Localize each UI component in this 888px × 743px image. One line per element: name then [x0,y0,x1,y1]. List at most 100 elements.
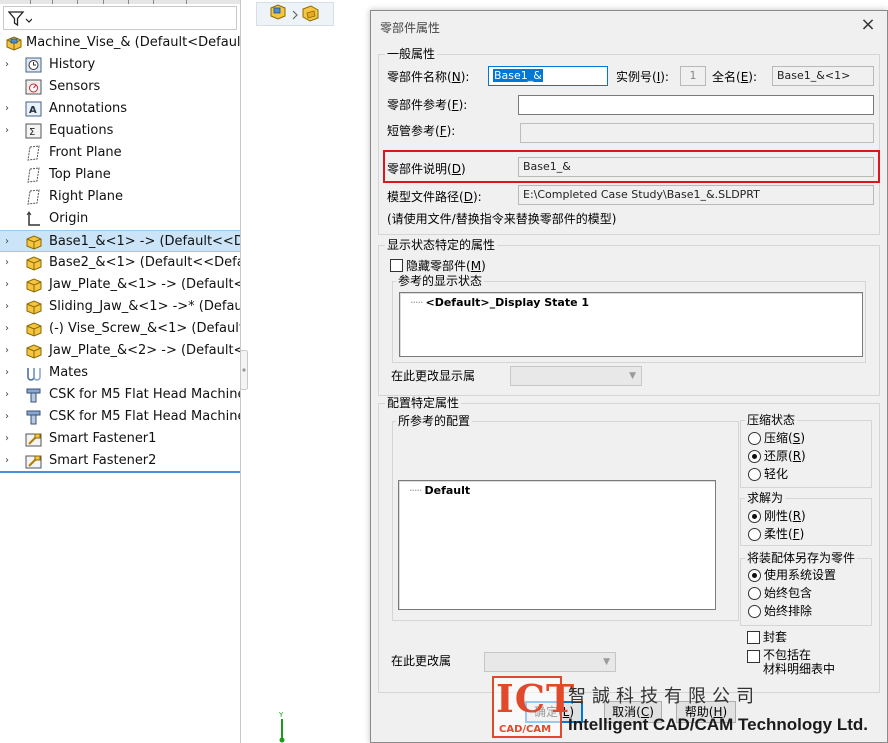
solve-option-radio[interactable] [748,510,761,523]
component-properties-dialog: 零部件属性 × 一般属性 零部件名称(N): Base1_& 实例号(I): 1… [370,10,888,743]
smart-fastener-icon [25,433,42,447]
description-highlight-box [383,150,880,183]
display-states-list[interactable]: ····· <Default>_Display State 1 [399,292,863,357]
suppression-option-radio[interactable] [748,468,761,481]
tree-item[interactable]: › History [0,54,240,76]
expand-arrow-icon[interactable]: › [5,433,15,445]
tree-item[interactable]: › Base2_&<1> (Default<<Default> [0,252,240,274]
suppression-option-label: 轻化 [764,467,789,481]
panel-tabs-strip[interactable] [0,0,240,4]
component-reference-input[interactable] [518,95,874,115]
company-name-en: Intelligent CAD/CAM Technology Ltd. [568,715,868,734]
short-reference-label: 短管参考(F): [387,124,456,138]
tree-item-label: (-) Vise_Screw_&<1> (Default<<D [49,321,240,336]
company-name-cn: 智誠科技有限公司 [568,686,760,707]
tree-item-label: CSK for M5 Flat Head Machine S [49,387,241,402]
smart-fastener-icon [25,455,42,469]
tree-item[interactable]: › Sliding_Jaw_&<1> ->* (Default<< [0,296,240,318]
tree-item-label: CSK for M5 Flat Head Machine S [49,409,241,424]
tree-item[interactable]: › CSK for M5 Flat Head Machine S [0,406,241,428]
tree-root-assembly[interactable]: Machine_Vise_& (Default<Default_Di [0,32,241,54]
list-item[interactable]: ····· Default [409,484,470,497]
part-icon [26,256,42,271]
tree-filter[interactable] [3,6,237,30]
save-as-part-title: 将装配体另存为零件 [745,551,858,565]
tree-item[interactable]: › CSK for M5 Flat Head Machine S [0,384,241,406]
tree-root-label: Machine_Vise_& (Default<Default_Di [26,35,241,50]
tree-item-label: Jaw_Plate_&<2> -> (Default<<De [49,343,240,358]
tree-item[interactable]: Right Plane [0,186,240,208]
logo-subtext: CAD/CAM [499,724,552,735]
configuration-title: 配置特定属性 [385,396,462,410]
expand-arrow-icon[interactable]: › [5,279,15,291]
tree-item[interactable]: Sensors [0,76,240,98]
tree-item[interactable]: › Σ Equations [0,120,240,142]
view-orientation-icon[interactable] [257,3,335,27]
plane-icon [27,167,40,183]
expand-arrow-icon[interactable]: › [5,455,15,467]
expand-arrow-icon[interactable]: › [5,125,15,137]
component-name-label: 零部件名称(N): [387,70,470,84]
suppression-state-title: 压缩状态 [745,413,798,427]
list-item[interactable]: ····· <Default>_Display State 1 [410,296,589,309]
display-state-dropdown[interactable]: ▼ [510,366,642,386]
tree-item[interactable]: › Smart Fastener1 [0,428,240,450]
tree-item[interactable]: › Mates [0,362,240,384]
expand-arrow-icon[interactable]: › [5,236,15,248]
tree-item[interactable]: › Base1_&<1> -> (Default<<Defau [0,230,241,252]
solidworks-window: Machine_Vise_& (Default<Default_Di › Hist… [0,0,888,743]
part-icon [26,322,42,337]
instance-id-field: 1 [680,66,706,86]
save-option-radio[interactable] [748,587,761,600]
referenced-configurations-title: 所参考的配置 [396,414,473,428]
save-option-radio[interactable] [748,605,761,618]
expand-arrow-icon[interactable]: › [5,345,15,357]
solve-option-radio[interactable] [748,528,761,541]
expand-arrow-icon[interactable]: › [5,367,15,379]
tree-item-label: Origin [49,211,89,226]
configuration-dropdown[interactable]: ▼ [484,652,616,672]
suppression-option-radio[interactable] [748,432,761,445]
tree-item-label: Top Plane [49,167,111,182]
suppression-option-radio[interactable] [748,450,761,463]
solve-as-group [740,498,872,546]
tree-item[interactable]: › (-) Vise_Screw_&<1> (Default<<D [0,318,240,340]
save-option-radio[interactable] [748,569,761,582]
expand-arrow-icon[interactable]: › [5,411,15,423]
tree-item[interactable]: › Jaw_Plate_&<2> -> (Default<<De [0,340,240,362]
svg-text:Σ: Σ [29,127,35,138]
expand-arrow-icon[interactable]: › [5,301,15,313]
component-name-input[interactable]: Base1_& [488,66,608,86]
tree-item[interactable]: › Smart Fastener2 [0,450,240,472]
tree-item[interactable]: Top Plane [0,164,240,186]
hide-component-label: 隐藏零部件(M) [406,259,486,273]
expand-arrow-icon[interactable]: › [5,257,15,269]
plane-icon [27,189,40,205]
save-option-label: 始终排除 [764,604,813,618]
tree-item-label: Right Plane [49,189,124,204]
hide-component-checkbox[interactable] [390,259,403,272]
sensor-icon [25,79,42,95]
tree-item-label: Base1_&<1> -> (Default<<Defau [49,234,241,249]
panel-splitter-handle[interactable] [240,350,248,390]
configurations-list[interactable]: ····· Default [398,480,716,610]
tree-item[interactable]: › Jaw_Plate_&<1> -> (Default<<De [0,274,240,296]
coordinate-triad-icon: Y [278,711,285,743]
tree-item[interactable]: › A Annotations [0,98,240,120]
tree-item-label: Sliding_Jaw_&<1> ->* (Default<< [49,299,240,314]
exclude-bom-checkbox[interactable] [747,650,760,663]
envelope-checkbox[interactable] [747,631,760,644]
filter-icon[interactable] [8,11,32,27]
expand-arrow-icon[interactable]: › [5,103,15,115]
expand-arrow-icon[interactable]: › [5,323,15,335]
expand-arrow-icon[interactable]: › [5,389,15,401]
company-watermark: ICT CAD/CAM 智誠科技有限公司 Intelligent CAD/CAM… [492,672,888,743]
plane-icon [27,145,40,161]
solve-option-label: 刚性(R) [764,509,806,523]
close-icon[interactable]: × [855,14,881,36]
tree-item[interactable]: Origin [0,208,240,230]
tree-item[interactable]: Front Plane [0,142,240,164]
instance-id-label: 实例号(I): [616,70,669,84]
tree-item-label: Mates [49,365,89,380]
expand-arrow-icon[interactable]: › [5,59,15,71]
